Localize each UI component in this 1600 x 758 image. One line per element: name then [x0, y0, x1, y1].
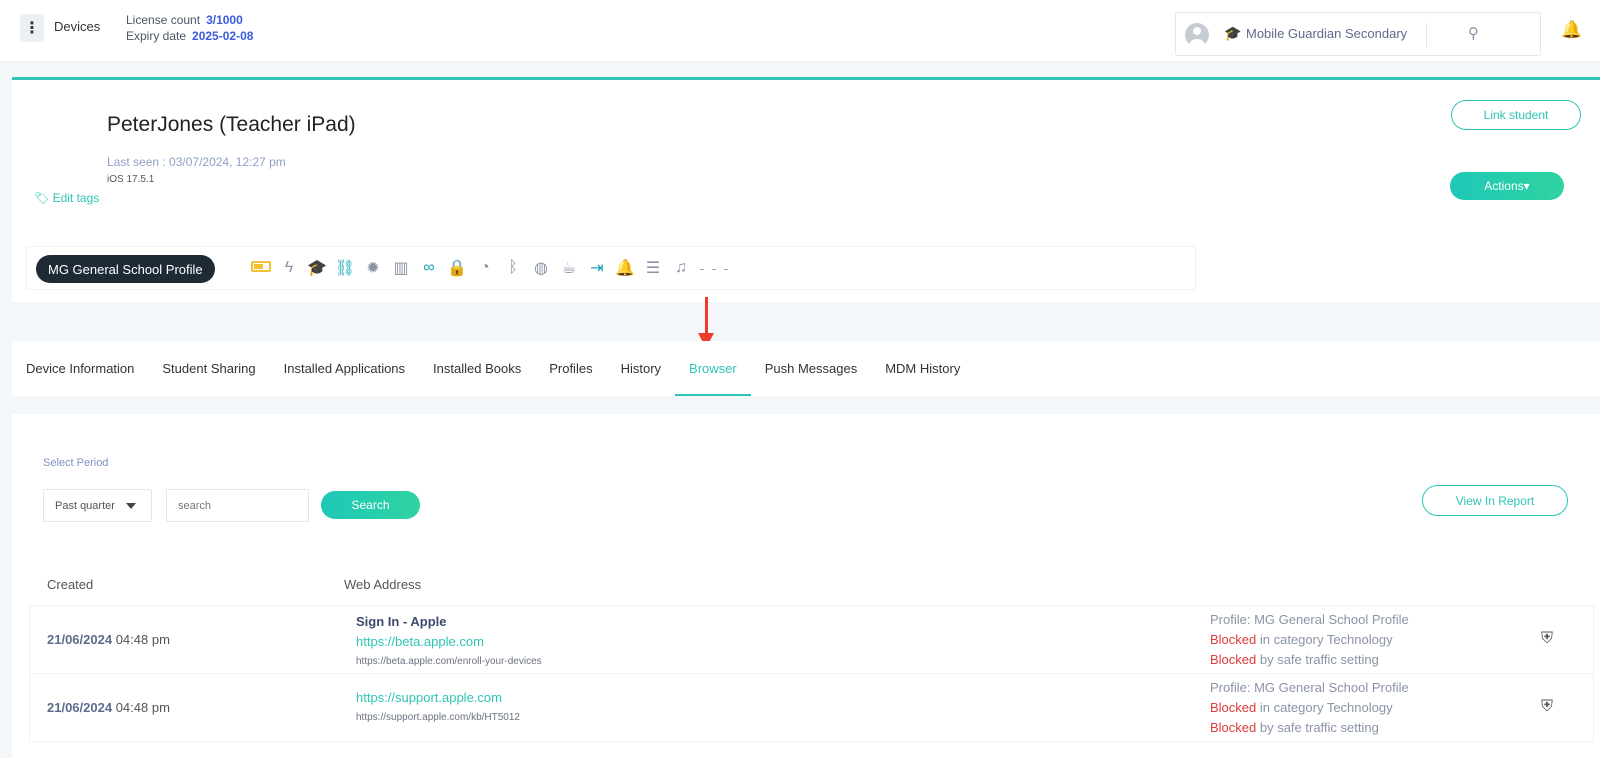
row-full-url: https://support.apple.com/kb/HT5012: [356, 712, 520, 723]
row-web-address: Sign In - Apple https://beta.apple.com h…: [356, 612, 542, 672]
link-student-button[interactable]: Link student: [1451, 100, 1581, 130]
tab-mdm-history[interactable]: MDM History: [871, 341, 974, 396]
device-status-bar: MG General School Profile ϟ 🎓 ⛓ ✹ ▥ ∞ 🔒 …: [26, 246, 1196, 290]
user-settings-icon[interactable]: ⚲: [1468, 24, 1479, 42]
glasses-icon: ∞: [423, 259, 435, 276]
gear-icon: ✹: [366, 260, 380, 277]
device-card: PeterJones (Teacher iPad) Last seen : 03…: [12, 77, 1600, 302]
row-date: 21/06/2024 04:48 pm: [47, 632, 170, 647]
row-verdict: Profile: MG General School Profile Block…: [1210, 680, 1409, 735]
table-row: 21/06/2024 04:48 pm https://support.appl…: [29, 673, 1594, 742]
row-full-url: https://beta.apple.com/enroll-your-devic…: [356, 656, 542, 667]
divider: [1426, 23, 1427, 47]
tag-icon: 🏷: [34, 191, 53, 205]
graduation-cap-icon: 🎓: [307, 260, 327, 277]
tab-student-sharing[interactable]: Student Sharing: [148, 341, 269, 396]
coffee-icon: ☕: [561, 260, 577, 277]
top-bar: ⋮ Devices License count 3/1000 Expiry dat…: [0, 0, 1600, 62]
device-tabs: Device Information Student Sharing Insta…: [12, 341, 1600, 396]
row-url-link[interactable]: https://beta.apple.com: [356, 632, 542, 652]
list-icon: ☰: [645, 260, 661, 277]
graduation-cap-icon: 🎓: [1224, 25, 1242, 41]
license-info: License count 3/1000 Expiry date 2025-02-0…: [126, 12, 253, 44]
row-date: 21/06/2024 04:48 pm: [47, 700, 170, 715]
battery-icon: [247, 259, 275, 277]
rss-icon: ◔: [480, 259, 490, 276]
blocked-label: Blocked: [1210, 720, 1257, 735]
bell-icon: 🔔: [615, 260, 635, 277]
expiry-date-label: Expiry date: [126, 29, 187, 43]
shield-block-icon[interactable]: ⛨: [1541, 698, 1553, 716]
tab-history[interactable]: History: [607, 341, 675, 396]
avatar: [1185, 23, 1209, 47]
charging-icon: ϟ: [284, 259, 294, 276]
row-verdict: Profile: MG General School Profile Block…: [1210, 612, 1409, 667]
column-header-web-address: Web Address: [344, 577, 422, 592]
row-url-link[interactable]: https://support.apple.com: [356, 688, 520, 708]
status-icons: ϟ 🎓 ⛓ ✹ ▥ ∞ 🔒 ◔ ᛒ ◍ ☕ ⇥ 🔔 ☰ ♫ - - -: [247, 258, 735, 278]
menu-dots-button[interactable]: ⋮: [20, 14, 44, 42]
license-count-value: 3/1000: [206, 13, 243, 27]
search-input[interactable]: [166, 489, 309, 522]
shield-block-icon[interactable]: ⛨: [1541, 630, 1553, 648]
breadcrumb-devices[interactable]: Devices: [54, 19, 100, 34]
edit-tags-link[interactable]: 🏷 Edit tags: [34, 191, 99, 205]
lock-icon: 🔒: [447, 260, 467, 277]
select-period-label: Select Period: [43, 457, 109, 469]
sign-in-icon: ⇥: [590, 260, 604, 277]
last-seen: Last seen : 03/07/2024, 12:27 pm: [107, 155, 286, 169]
account-switcher[interactable]: 🎓 Mobile Guardian Secondary ⚲: [1175, 12, 1541, 56]
row-title: Sign In - Apple: [356, 614, 447, 629]
tab-browser[interactable]: Browser: [675, 341, 751, 396]
bluetooth-icon: ᛒ: [508, 259, 518, 276]
tab-device-information[interactable]: Device Information: [12, 341, 148, 396]
search-button[interactable]: Search: [321, 491, 420, 519]
column-header-created: Created: [47, 577, 94, 592]
bell-icon[interactable]: 🔔: [1561, 20, 1582, 40]
caret-down-icon: [126, 503, 136, 509]
period-select[interactable]: Past quarter: [43, 489, 152, 522]
actions-button[interactable]: Actions ▾: [1450, 172, 1564, 200]
link-icon: ⛓: [334, 260, 356, 277]
music-icon: ♫: [675, 259, 687, 276]
profile-pill[interactable]: MG General School Profile: [36, 255, 215, 283]
os-version: iOS 17.5.1: [107, 174, 155, 185]
tab-profiles[interactable]: Profiles: [535, 341, 606, 396]
account-name: Mobile Guardian Secondary: [1246, 26, 1408, 41]
expiry-date-value: 2025-02-08: [192, 29, 254, 43]
row-web-address: https://support.apple.com https://suppor…: [356, 688, 520, 728]
tab-installed-books[interactable]: Installed Books: [419, 341, 535, 396]
tab-push-messages[interactable]: Push Messages: [751, 341, 872, 396]
table-row: 21/06/2024 04:48 pm Sign In - Apple http…: [29, 605, 1594, 674]
row-profile: Profile: MG General School Profile: [1210, 612, 1409, 627]
view-in-report-button[interactable]: View In Report: [1422, 485, 1568, 516]
blocked-label: Blocked: [1210, 700, 1257, 715]
device-name: PeterJones (Teacher iPad): [107, 113, 356, 136]
blocked-label: Blocked: [1210, 652, 1257, 667]
blocked-label: Blocked: [1210, 632, 1257, 647]
license-count-label: License count: [126, 13, 201, 27]
tab-installed-applications[interactable]: Installed Applications: [270, 341, 419, 396]
browser-panel: Select Period Past quarter Search View I…: [12, 414, 1600, 758]
briefcase-icon: ▥: [393, 260, 409, 277]
globe-icon: ◍: [534, 260, 548, 277]
red-arrow-annotation: [705, 297, 708, 335]
more-dashes: - - -: [699, 260, 731, 276]
row-profile: Profile: MG General School Profile: [1210, 680, 1409, 695]
